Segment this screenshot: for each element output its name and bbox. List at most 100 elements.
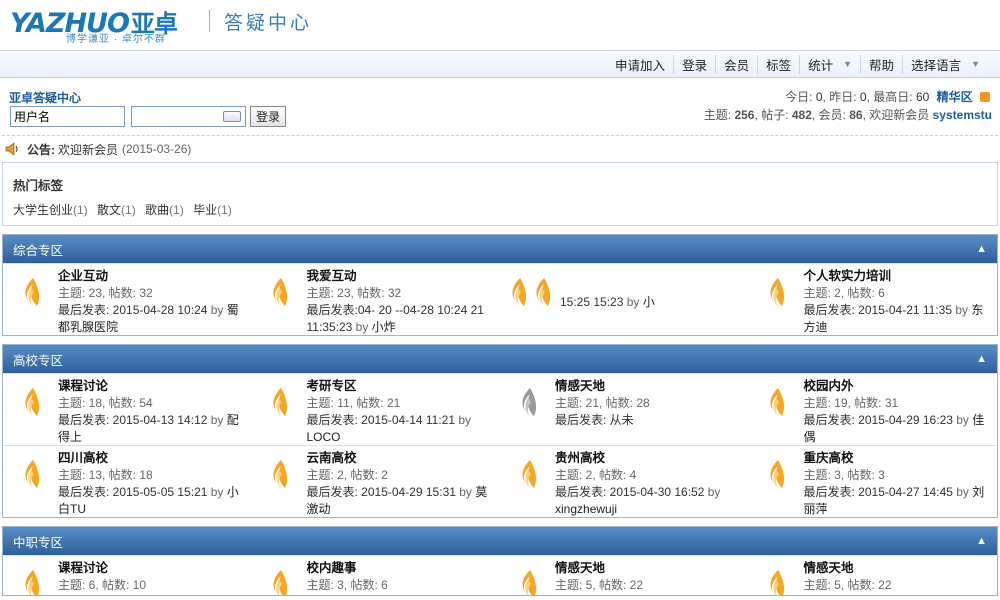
nav-login[interactable]: 登录 xyxy=(673,54,715,74)
forum-info: 重庆高校 主题: 3, 帖数: 3 最后发表: 2015-04-27 14:45 b… xyxy=(804,450,998,517)
forum-last-post: 最后发表: 2015-04-30 16:52 by xingzhewuji xyxy=(555,484,739,518)
section-title[interactable]: 中职专区 xyxy=(13,532,63,551)
section-title[interactable]: 高校专区 xyxy=(13,350,63,369)
by-label: by xyxy=(952,303,972,317)
flame-icon[interactable] xyxy=(749,450,804,517)
nav-language-label: 选择语言 xyxy=(911,58,962,73)
nav-members[interactable]: 会员 xyxy=(715,54,757,74)
tag-link[interactable]: 毕业(1) xyxy=(193,203,232,217)
divider xyxy=(209,10,210,32)
nav-stats-label: 统计 xyxy=(808,58,834,73)
flame-icon[interactable] xyxy=(500,560,555,595)
last-post-date[interactable]: 最后发表: 2015-04-29 15:31 xyxy=(307,485,456,499)
forum-name-link[interactable]: 重庆高校 xyxy=(804,451,854,465)
flame-icon[interactable] xyxy=(252,560,307,595)
last-post-date[interactable]: 最后发表: 2015-04-13 14:12 xyxy=(58,413,207,427)
last-post-date[interactable]: 15:25 15:23 xyxy=(560,295,623,309)
daily-stats: 今日: 0, 昨日: 0, 最高日: 60 精华区 xyxy=(785,88,990,105)
nav-tags[interactable]: 标签 xyxy=(757,54,799,74)
flame-icon[interactable] xyxy=(252,268,307,335)
forum-row: 课程讨论 主题: 18, 帖数: 54 最后发表: 2015-04-13 14:12… xyxy=(3,373,997,445)
forum-name-link[interactable]: 情感天地 xyxy=(555,561,605,575)
forum-name-link[interactable]: 我爱互动 xyxy=(307,269,357,283)
speaker-icon xyxy=(5,142,18,156)
flame-gray-icon[interactable] xyxy=(500,378,555,445)
forum-cell: 情感天地 主题: 21, 帖数: 28 最后发表: 从未 xyxy=(500,374,749,445)
last-post-date[interactable]: 最后发表: 从未 xyxy=(555,413,634,427)
keyboard-icon[interactable] xyxy=(223,111,241,122)
last-post-date[interactable]: 最后发表: 2015-04-29 16:23 xyxy=(804,413,953,427)
forum-last-post: 最后发表: 2015-04-29 16:23 by 佳偶 xyxy=(804,412,988,446)
forum-home-link[interactable]: 亚卓答疑中心 xyxy=(9,89,81,106)
forum-name-link[interactable]: 情感天地 xyxy=(555,379,605,393)
login-button[interactable]: 登录 xyxy=(250,106,286,127)
flame-icon[interactable] xyxy=(3,450,58,517)
forum-info: 云南高校 主题: 2, 帖数: 2 最后发表: 2015-04-29 15:31 b… xyxy=(307,450,501,517)
forum-name-link[interactable]: 校园内外 xyxy=(804,379,854,393)
forum-name-link[interactable]: 课程讨论 xyxy=(58,379,108,393)
flame-icon[interactable] xyxy=(3,378,58,445)
forum-section: 综合专区 ▲ 企业互动主题: 23, 帖数: 32 最后发表: 2015-04-28 … xyxy=(2,234,998,336)
forum-name-link[interactable]: 贵州高校 xyxy=(555,451,605,465)
tag-link[interactable]: 大学生创业(1) xyxy=(13,203,88,217)
nav-stats[interactable]: 统计 ▼ xyxy=(799,54,860,74)
forum-name-link[interactable]: 课程讨论 xyxy=(58,561,108,575)
section-header[interactable]: 中职专区 ▲ xyxy=(3,527,997,555)
forum-info: 情感天地 主题: 5, 帖数: 22 xyxy=(555,560,749,595)
last-post-date[interactable]: 最后发表: 2015-04-21 11:35 xyxy=(804,303,953,317)
last-post-date[interactable]: 最后发表: 2015-04-14 11:21 xyxy=(307,413,456,427)
flame-icon[interactable] xyxy=(500,450,555,517)
forum-counts: 主题: 2, 帖数: 4 xyxy=(555,468,637,482)
flame-icon[interactable] xyxy=(749,560,804,595)
by-label: by xyxy=(952,485,973,499)
flame-icon[interactable] xyxy=(3,560,58,595)
forum-name-link[interactable]: 企业互动 xyxy=(58,269,108,283)
last-post-date[interactable]: 最后发表: 2015-04-28 10:24 xyxy=(58,303,207,317)
forum-name-link[interactable]: 四川高校 xyxy=(58,451,108,465)
section-header[interactable]: 高校专区 ▲ xyxy=(3,345,997,373)
last-post-date[interactable]: 最后发表: 2015-04-30 16:52 xyxy=(555,485,704,499)
forum-name-link[interactable]: 考研专区 xyxy=(307,379,357,393)
elite-link[interactable]: 精华区 xyxy=(937,90,973,104)
flame-icon[interactable] xyxy=(749,378,804,445)
section-header[interactable]: 综合专区 ▲ xyxy=(3,235,997,263)
forum-name-link[interactable]: 校内趣事 xyxy=(307,561,357,575)
nav-language[interactable]: 选择语言 ▼ xyxy=(902,54,988,74)
forum-name-link[interactable]: 云南高校 xyxy=(307,451,357,465)
forum-cell: 企业互动主题: 23, 帖数: 32 最后发表: 2015-04-28 10:24… xyxy=(3,264,252,335)
last-poster-link[interactable]: 小 xyxy=(643,295,655,309)
last-poster-link[interactable]: xingzhewuji xyxy=(555,502,617,516)
nav-apply[interactable]: 申请加入 xyxy=(607,55,673,74)
forum-row: 企业互动主题: 23, 帖数: 32 最后发表: 2015-04-28 10:24… xyxy=(3,263,997,335)
flame-icon[interactable] xyxy=(3,268,58,335)
tag-link[interactable]: 散文(1) xyxy=(97,203,136,217)
site-logo[interactable]: YAZHUO亚卓 博学谦亚 · 卓尔不群 xyxy=(10,4,195,45)
forum-counts: 主题: 23, 帖数: 32 xyxy=(58,286,153,300)
forum-name-link[interactable]: 情感天地 xyxy=(804,561,854,575)
nav-help[interactable]: 帮助 xyxy=(860,54,902,74)
last-poster-link[interactable]: LOCO xyxy=(307,430,341,444)
tag-link[interactable]: 歌曲(1) xyxy=(145,203,184,217)
forum-name-link[interactable]: 个人软实力培训 xyxy=(804,269,892,283)
by-label: by xyxy=(623,295,643,309)
collapse-up-icon[interactable]: ▲ xyxy=(976,535,987,547)
rss-icon[interactable] xyxy=(980,92,990,102)
username-input[interactable] xyxy=(10,106,125,127)
flame-icon[interactable] xyxy=(749,268,804,335)
forum-counts: 主题: 2, 帖数: 2 xyxy=(306,468,388,482)
forum-info: 情感天地 主题: 21, 帖数: 28 最后发表: 从未 xyxy=(555,378,749,445)
flame-icon[interactable] xyxy=(252,378,307,445)
flame-icon[interactable] xyxy=(500,268,560,335)
last-post-date[interactable]: 最后发表: 2015-04-27 14:45 xyxy=(804,485,953,499)
flame-icon[interactable] xyxy=(252,450,307,517)
forum-cell: 课程讨论 主题: 18, 帖数: 54 最后发表: 2015-04-13 14:12… xyxy=(3,374,252,445)
last-post-date[interactable]: 最后发表: 2015-05-05 15:21 xyxy=(58,485,207,499)
section-title[interactable]: 综合专区 xyxy=(13,240,63,259)
last-poster-link[interactable]: 小炸 xyxy=(372,320,396,334)
collapse-up-icon[interactable]: ▲ xyxy=(976,353,987,365)
header: YAZHUO亚卓 博学谦亚 · 卓尔不群 答疑中心 xyxy=(0,0,1000,50)
collapse-up-icon[interactable]: ▲ xyxy=(976,243,987,255)
announcement-link[interactable]: 欢迎新会员 xyxy=(58,141,118,158)
newest-member-link[interactable]: systemstu xyxy=(933,108,992,122)
forum-row: 四川高校 主题: 13, 帖数: 18 最后发表: 2015-05-05 15:21… xyxy=(3,445,997,517)
